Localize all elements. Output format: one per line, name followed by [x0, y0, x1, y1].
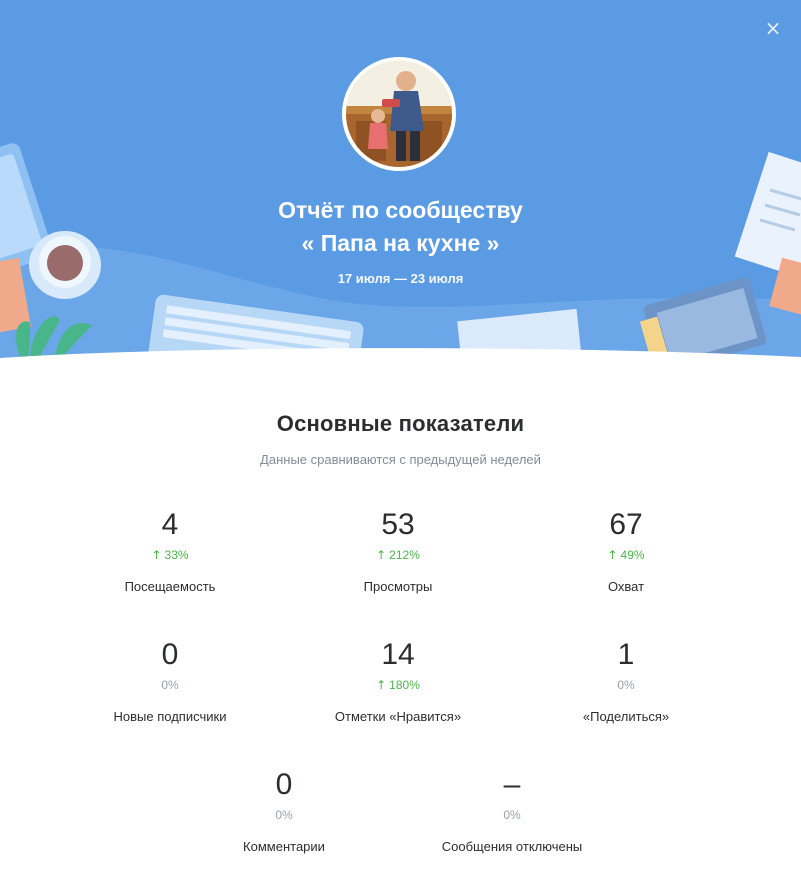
- community-avatar: [342, 57, 456, 171]
- metric-change-value: 0%: [161, 678, 179, 692]
- metric-change: 0%: [392, 807, 632, 823]
- metric-change-value: 49%: [620, 548, 645, 562]
- metric-change-value: 212%: [389, 548, 420, 562]
- metric-value: 1: [617, 638, 635, 671]
- metric-label: «Поделиться»: [582, 709, 670, 724]
- metric-change: ↑ 212%: [278, 547, 518, 563]
- metric-change-value: 180%: [389, 678, 420, 692]
- metric-card: – 0% Сообщения отключены: [392, 768, 632, 855]
- metric-change-value: 33%: [164, 548, 189, 562]
- arrow-up-icon: ↑: [151, 548, 162, 562]
- metric-change: ↑ 180%: [278, 677, 518, 693]
- metric-change-value: 0%: [275, 808, 293, 822]
- avatar-image: [346, 61, 452, 167]
- metric-label: Комментарии: [243, 839, 325, 854]
- header-illustration: [0, 143, 801, 370]
- metric-value: 67: [609, 508, 643, 541]
- metric-label: Отметки «Нравится»: [334, 709, 462, 724]
- metric-value: 53: [381, 508, 415, 541]
- metric-change-value: 0%: [503, 808, 521, 822]
- arrow-up-icon: ↑: [376, 548, 387, 562]
- section-title: Основные показатели: [276, 411, 525, 436]
- arrow-up-icon: ↑: [376, 678, 387, 692]
- report-header: × Отчёт по сообществу « Папа на кухне » …: [0, 0, 801, 370]
- report-title-line1: Отчёт по сообществу: [278, 197, 523, 223]
- metric-change: 0%: [164, 807, 404, 823]
- metric-value: 0: [161, 638, 179, 671]
- metric-label: Сообщения отключены: [441, 839, 583, 854]
- metric-card: 67 ↑ 49% Охват: [506, 508, 746, 595]
- metric-label: Просмотры: [363, 579, 433, 594]
- metric-change: ↑ 49%: [506, 547, 746, 563]
- metric-label: Охват: [607, 579, 645, 594]
- metric-change: 0%: [50, 677, 290, 693]
- metric-card: 0 0% Новые подписчики: [50, 638, 290, 725]
- community-name: « Папа на кухне »: [301, 230, 500, 256]
- metric-change-value: 0%: [617, 678, 635, 692]
- metric-change: ↑ 33%: [50, 547, 290, 563]
- section-subtitle: Данные сравниваются с предыдущей неделей: [260, 452, 541, 467]
- metric-card: 0 0% Комментарии: [164, 768, 404, 855]
- metric-card: 1 0% «Поделиться»: [506, 638, 746, 725]
- metric-value: –: [503, 768, 521, 801]
- metric-value: 0: [275, 768, 293, 801]
- report-period: 17 июля — 23 июля: [337, 271, 464, 286]
- metric-change: 0%: [506, 677, 746, 693]
- metric-label: Посещаемость: [124, 579, 216, 594]
- metric-value: 4: [161, 508, 179, 541]
- metric-card: 53 ↑ 212% Просмотры: [278, 508, 518, 595]
- metric-value: 14: [381, 638, 415, 671]
- metric-card: 14 ↑ 180% Отметки «Нравится»: [278, 638, 518, 725]
- metric-label: Новые подписчики: [113, 709, 227, 724]
- close-icon[interactable]: ×: [763, 18, 783, 38]
- metric-card: 4 ↑ 33% Посещаемость: [50, 508, 290, 595]
- report-title: Отчёт по сообществу « Папа на кухне »: [0, 194, 801, 260]
- arrow-up-icon: ↑: [607, 548, 618, 562]
